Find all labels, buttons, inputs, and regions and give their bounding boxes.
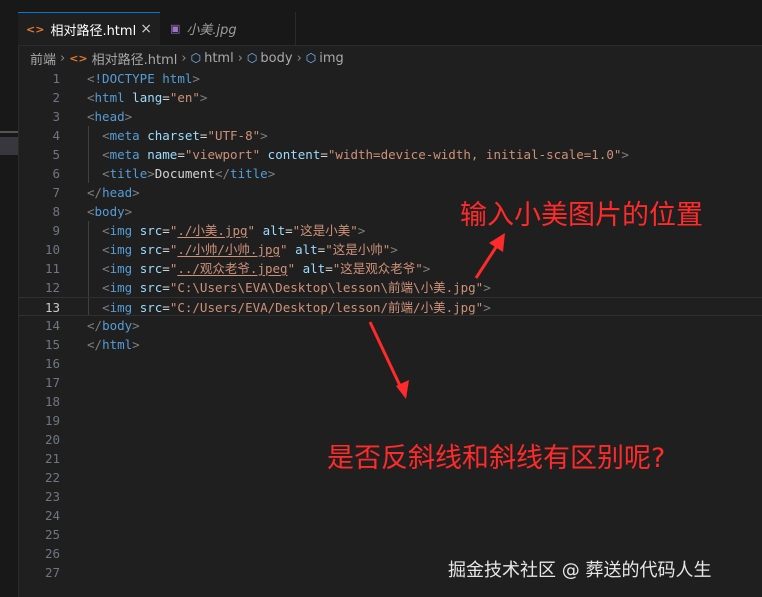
code-text: <html lang="en"> (87, 90, 208, 105)
html-file-icon: <> (69, 51, 88, 65)
code-line[interactable]: 12 <img src="C:\Users\EVA\Desktop\lesson… (18, 278, 762, 297)
line-number: 11 (44, 261, 60, 276)
line-number: 16 (44, 356, 60, 371)
line-number: 22 (44, 470, 60, 485)
line-number: 10 (44, 242, 60, 257)
code-text: <img src="./小美.jpg" alt="这是小美"> (102, 223, 366, 238)
line-number: 17 (44, 375, 60, 390)
title-bar (18, 0, 762, 12)
line-number: 9 (52, 223, 60, 238)
code-line[interactable]: 4 <meta charset="UTF-8"> (18, 126, 762, 145)
line-number: 1 (52, 71, 60, 86)
line-number: 4 (52, 128, 60, 143)
code-text: <meta name="viewport" content="width=dev… (102, 147, 629, 162)
symbol-element-icon: ⬡ (305, 51, 317, 65)
line-number: 2 (52, 90, 60, 105)
code-line[interactable]: 15 </html> (18, 335, 762, 354)
chevron-right-icon: › (296, 50, 302, 66)
code-line[interactable]: 14 </body> (18, 316, 762, 335)
annotation-image-location: 输入小美图片的位置 (460, 200, 703, 231)
chevron-right-icon: › (237, 50, 243, 66)
line-number: 7 (52, 185, 60, 200)
code-text: <img src="C:/Users/EVA/Desktop/lesson/前端… (102, 300, 491, 315)
code-text: <!DOCTYPE html> (87, 71, 200, 86)
code-line[interactable]: 24 (18, 506, 762, 525)
code-text: <img src="C:\Users\EVA\Desktop\lesson\前端… (102, 280, 491, 295)
tab-html-file[interactable]: <> 相对路径.html × (18, 12, 160, 45)
watermark: 掘金技术社区 @ 葬送的代码人生 (448, 560, 712, 581)
activity-bar-marker (0, 131, 18, 133)
tab-image-file[interactable]: ▣ 小美.jpg (162, 12, 296, 45)
breadcrumb-body[interactable]: body (260, 51, 292, 66)
line-number: 27 (44, 565, 60, 580)
close-icon[interactable]: × (140, 21, 152, 37)
code-text: </html> (87, 337, 140, 352)
symbol-element-icon: ⬡ (190, 51, 202, 65)
code-text: <body> (87, 204, 133, 219)
code-text: <img src="./小帅/小帅.jpg" alt="这是小帅"> (102, 242, 398, 257)
html-file-icon: <> (26, 22, 45, 36)
line-number: 12 (44, 280, 60, 295)
breadcrumb-file[interactable]: 相对路径.html (92, 49, 178, 68)
line-number: 19 (44, 413, 60, 428)
code-line[interactable]: 6 <title>Document</title> (18, 164, 762, 183)
code-text: </body> (87, 318, 140, 333)
code-line[interactable]: 1 <!DOCTYPE html> (18, 69, 762, 88)
code-text: <head> (87, 109, 133, 124)
line-number: 8 (52, 204, 60, 219)
tab-label: 小美.jpg (186, 23, 237, 38)
code-line[interactable]: 5 <meta name="viewport" content="width=d… (18, 145, 762, 164)
annotation-slash-question: 是否反斜线和斜线有区别呢? (327, 443, 666, 474)
code-line[interactable]: 13 <img src="C:/Users/EVA/Desktop/lesson… (18, 297, 762, 316)
code-line[interactable]: 11 <img src="../观众老爷.jpeg" alt="这是观众老爷"> (18, 259, 762, 278)
activity-bar (0, 0, 19, 597)
code-editor[interactable]: 1 <!DOCTYPE html> 2 <html lang="en"> 3 <head>… (18, 69, 762, 597)
tab-label: 相对路径.html (50, 23, 137, 39)
code-line[interactable]: 16 (18, 354, 762, 373)
code-line[interactable]: 2 <html lang="en"> (18, 88, 762, 107)
line-number: 20 (44, 432, 60, 447)
symbol-element-icon: ⬡ (246, 51, 258, 65)
line-number: 25 (44, 527, 60, 542)
code-text: </head> (87, 185, 140, 200)
chevron-right-icon: › (60, 50, 66, 66)
code-line[interactable]: 19 (18, 411, 762, 430)
activity-bar-selected-item[interactable] (0, 137, 18, 155)
line-number: 21 (44, 451, 60, 466)
breadcrumb-img[interactable]: img (319, 51, 344, 66)
breadcrumb: 前端 › <> 相对路径.html › ⬡ html › ⬡ body › ⬡ … (30, 47, 344, 69)
line-number: 5 (52, 147, 60, 162)
code-line[interactable]: 23 (18, 487, 762, 506)
image-file-icon: ▣ (170, 22, 181, 35)
breadcrumb-html[interactable]: html (204, 51, 234, 66)
line-number: 14 (44, 318, 60, 333)
code-text: <img src="../观众老爷.jpeg" alt="这是观众老爷"> (102, 261, 431, 276)
line-number: 13 (44, 300, 60, 315)
line-number: 18 (44, 394, 60, 409)
code-line[interactable]: 17 (18, 373, 762, 392)
chevron-right-icon: › (181, 50, 187, 66)
line-number: 24 (44, 508, 60, 523)
line-number: 26 (44, 546, 60, 561)
breadcrumb-folder[interactable]: 前端 (30, 49, 56, 68)
line-number: 23 (44, 489, 60, 504)
code-text: <meta charset="UTF-8"> (102, 128, 268, 143)
code-line[interactable]: 10 <img src="./小帅/小帅.jpg" alt="这是小帅"> (18, 240, 762, 259)
line-number: 3 (52, 109, 60, 124)
line-number: 15 (44, 337, 60, 352)
code-line[interactable]: 25 (18, 525, 762, 544)
tab-bar: <> 相对路径.html × ▣ 小美.jpg (18, 12, 762, 46)
code-line[interactable]: 18 (18, 392, 762, 411)
code-text: <title>Document</title> (102, 166, 276, 181)
line-number: 6 (52, 166, 60, 181)
code-line[interactable]: 3 <head> (18, 107, 762, 126)
